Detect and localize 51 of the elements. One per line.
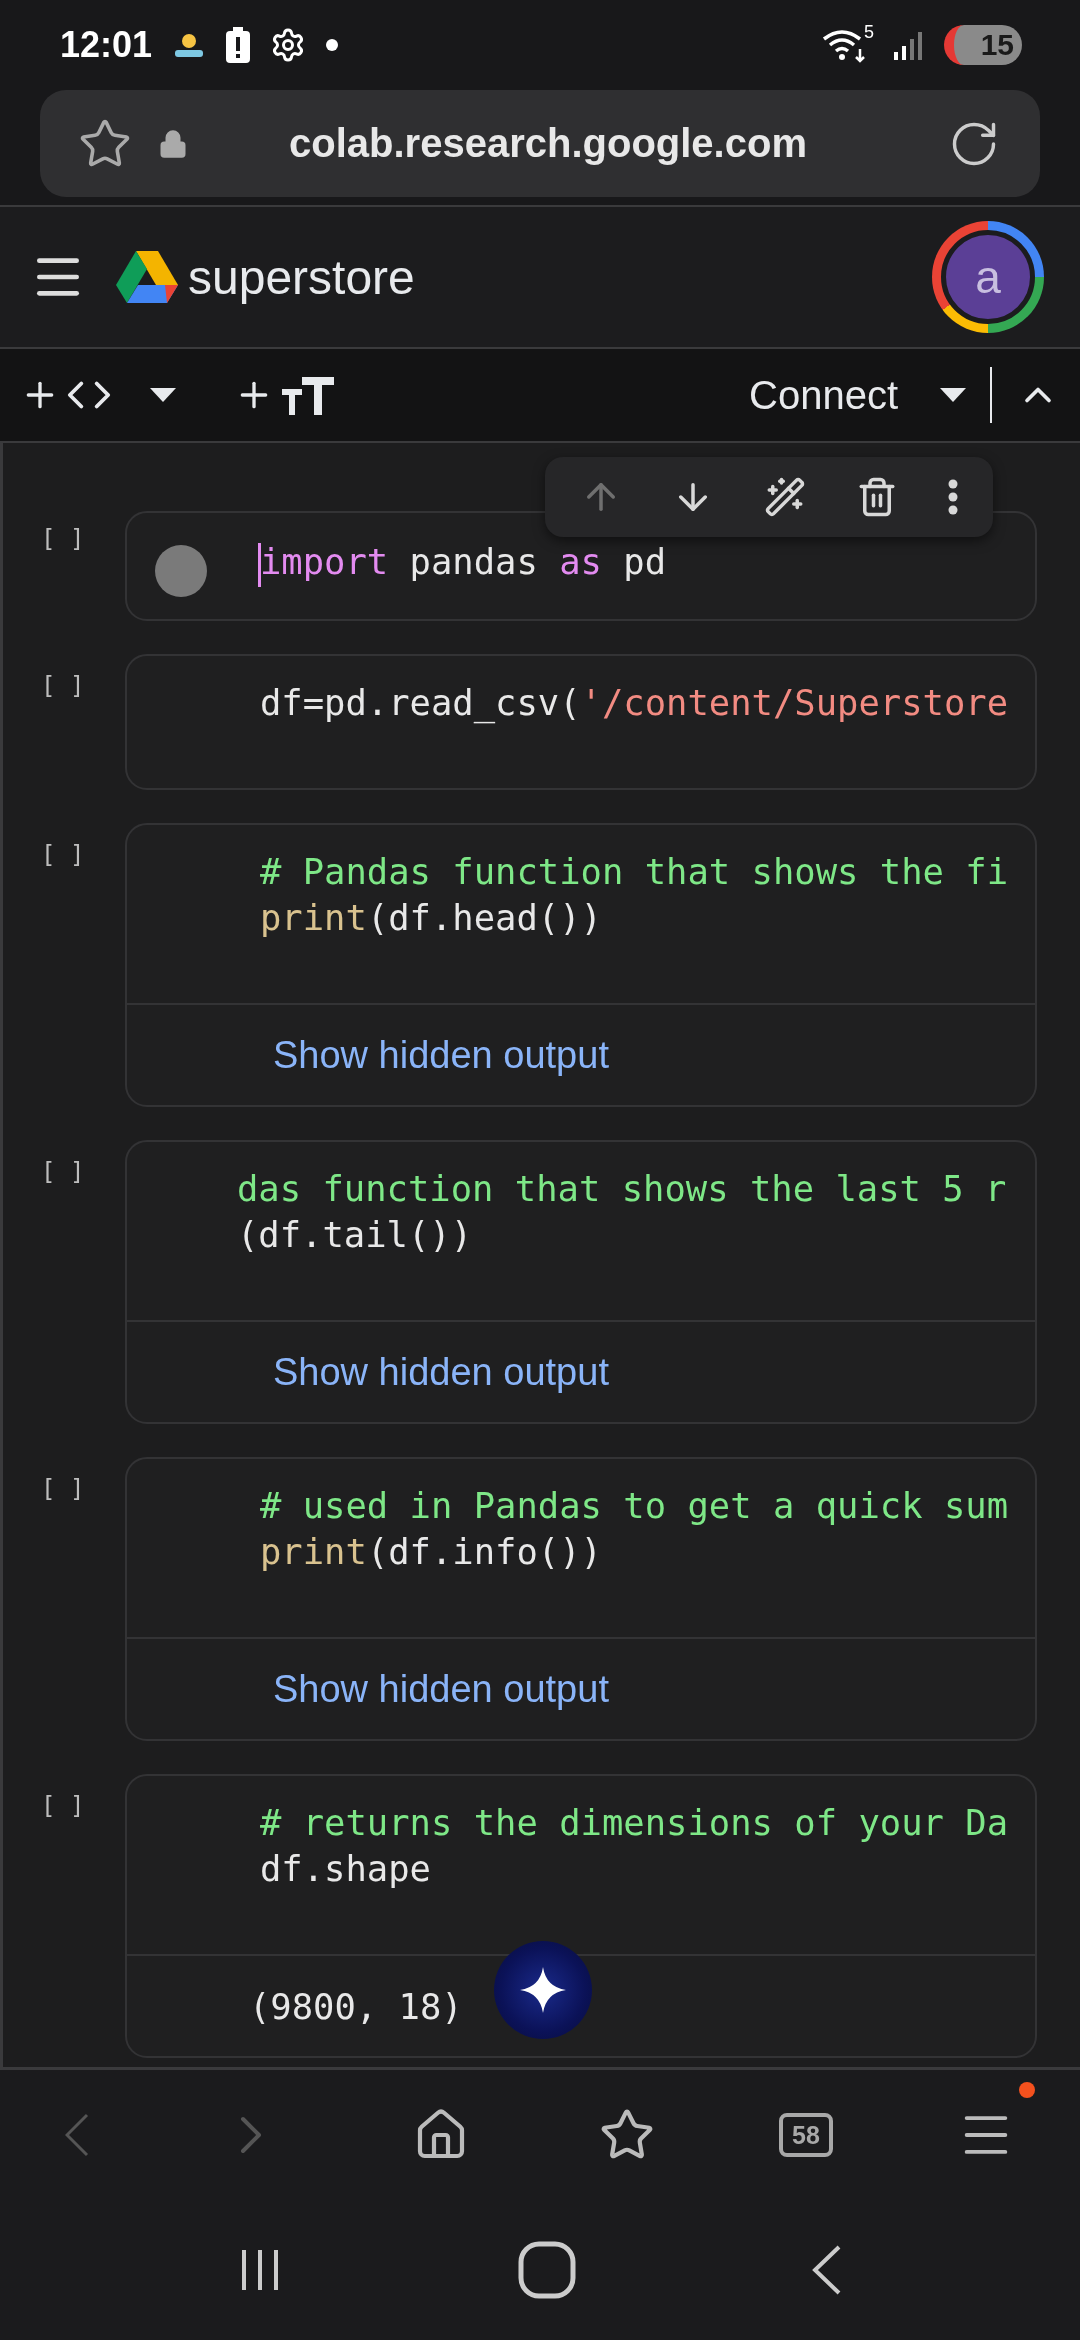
back-icon[interactable] bbox=[812, 2245, 843, 2295]
code-line: df.shape bbox=[260, 1847, 431, 1891]
code-line: das function that shows the last 5 r bbox=[237, 1167, 1007, 1211]
code-cell[interactable]: # Pandas function that shows the fi print(df.head()) Show hidden output bbox=[125, 823, 1037, 1107]
lock-icon bbox=[158, 128, 188, 159]
code-cell[interactable]: das function that shows the last 5 r (df.tail()) Show hidden output bbox=[125, 1140, 1037, 1424]
sparkle-icon bbox=[520, 1967, 566, 2013]
battery-indicator: 15 bbox=[944, 25, 1022, 65]
account-avatar[interactable]: a bbox=[932, 221, 1044, 333]
text-cursor bbox=[258, 543, 261, 587]
clock: 12:01 bbox=[60, 24, 153, 66]
code-cell[interactable]: df=pd.read_csv('/content/Superstore bbox=[125, 654, 1037, 790]
code-line: # used in Pandas to get a quick sum bbox=[260, 1484, 1009, 1528]
connect-button[interactable]: Connect bbox=[745, 368, 902, 422]
execution-count: [ ] bbox=[40, 671, 86, 700]
chevron-left-icon bbox=[65, 2113, 89, 2157]
code-cell[interactable]: # used in Pandas to get a quick sum print(df.info()) Show hidden output bbox=[125, 1457, 1037, 1741]
show-hidden-output-link[interactable]: Show hidden output bbox=[273, 1350, 609, 1394]
more-vertical-icon bbox=[948, 479, 958, 515]
tabs-button[interactable]: 58 bbox=[779, 2113, 833, 2157]
code-line: (df.tail()) bbox=[237, 1213, 473, 1257]
home-icon[interactable] bbox=[517, 2240, 577, 2300]
code-cell[interactable]: # returns the dimensions of your Da df.shape (9800, 18) bbox=[125, 1774, 1037, 2058]
signal-icon bbox=[894, 30, 924, 60]
url-text: colab.research.google.com bbox=[288, 121, 808, 166]
battery-alert-icon bbox=[226, 27, 251, 63]
avatar-letter: a bbox=[941, 230, 1035, 324]
drive-logo bbox=[116, 249, 178, 305]
code-line: # returns the dimensions of your Da bbox=[260, 1801, 1009, 1845]
code-line: # Pandas function that shows the fi bbox=[260, 850, 1009, 894]
wifi-band-text: 5 bbox=[864, 22, 874, 43]
run-button[interactable] bbox=[155, 545, 207, 597]
caret-icon bbox=[940, 388, 966, 402]
code-line: import pandas as pd bbox=[260, 540, 667, 584]
code-line: print(df.info()) bbox=[260, 1530, 602, 1574]
wand-icon bbox=[764, 476, 806, 518]
execution-count: [ ] bbox=[40, 840, 86, 869]
output-text: (9800, 18) bbox=[249, 1985, 463, 2027]
caret-icon bbox=[150, 388, 176, 402]
execution-count: [ ] bbox=[40, 1157, 86, 1186]
execution-count: [ ] bbox=[40, 524, 86, 553]
notebook-title: superstore bbox=[188, 249, 415, 305]
execution-count: [ ] bbox=[40, 1474, 86, 1503]
show-hidden-output-link[interactable]: Show hidden output bbox=[273, 1667, 609, 1711]
address-bar[interactable]: colab.research.google.com bbox=[40, 90, 1040, 197]
dot-icon bbox=[326, 39, 339, 51]
code-line: df=pd.read_csv('/content/Superstore bbox=[260, 681, 1009, 726]
show-hidden-output-link[interactable]: Show hidden output bbox=[273, 1033, 609, 1077]
execution-count: [ ] bbox=[40, 1791, 86, 1820]
text-icon bbox=[280, 375, 336, 415]
code-line: print(df.head()) bbox=[260, 896, 602, 940]
